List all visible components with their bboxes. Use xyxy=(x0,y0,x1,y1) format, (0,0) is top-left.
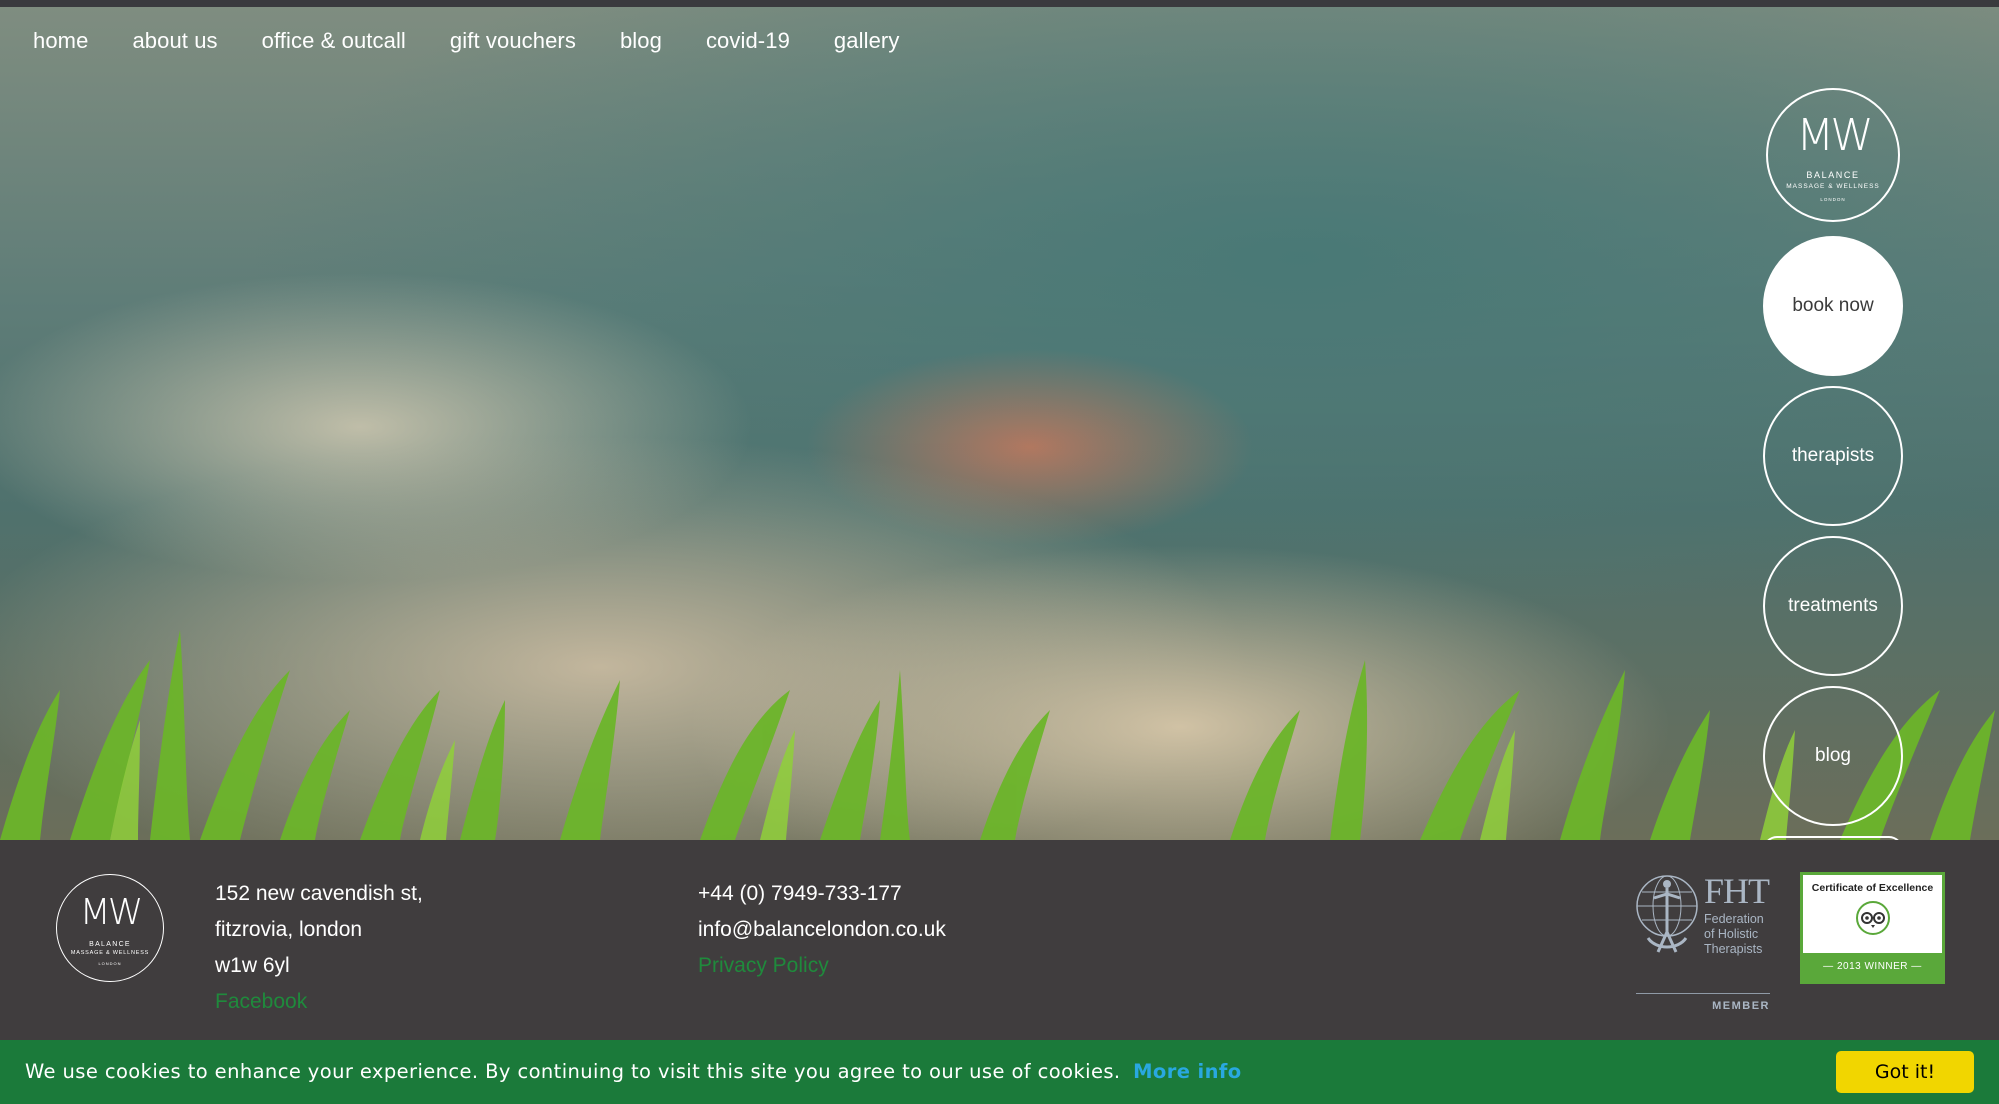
address-line-2: fitzrovia, london xyxy=(215,918,363,941)
logo-tagline: MASSAGE & WELLNESS xyxy=(1786,183,1880,190)
address-line-3: w1w 6yl xyxy=(215,954,290,977)
cookie-banner: We use cookies to enhance your experienc… xyxy=(0,1040,1999,1104)
book-now-button[interactable]: book now xyxy=(1763,236,1903,376)
footer-address: 152 new cavendish st, fitzrovia, london … xyxy=(215,876,423,1020)
phone-number[interactable]: +44 (0) 7949-733-177 xyxy=(698,876,946,912)
logo-city: LONDON xyxy=(1820,197,1846,202)
address-line-1: 152 new cavendish st, xyxy=(215,882,423,905)
blog-button[interactable]: blog xyxy=(1763,686,1903,826)
nav-about-us[interactable]: about us xyxy=(132,28,217,54)
footer-logo-monogram: MW xyxy=(79,891,144,933)
top-strip xyxy=(0,0,1999,7)
grass-illustration xyxy=(0,630,1995,840)
cookie-more-info-link[interactable]: More info xyxy=(1133,1060,1241,1083)
cookie-accept-button[interactable]: Got it! xyxy=(1836,1051,1974,1093)
nav-office-outcall[interactable]: office & outcall xyxy=(262,28,406,54)
fht-line-2: of Holistic xyxy=(1704,927,1759,941)
tripadvisor-owl-icon xyxy=(1856,901,1890,935)
footer-logo[interactable]: MW BALANCE MASSAGE & WELLNESS LONDON xyxy=(56,874,164,982)
fht-member-label: MEMBER xyxy=(1712,1000,1770,1012)
certificate-ribbon: — 2013 WINNER — xyxy=(1803,953,1942,981)
facebook-link[interactable]: Facebook xyxy=(215,984,423,1020)
cookie-message-wrap: We use cookies to enhance your experienc… xyxy=(25,1060,1242,1083)
main-nav: home about us office & outcall gift vouc… xyxy=(33,28,943,54)
hero-image xyxy=(0,7,1999,840)
therapists-button[interactable]: therapists xyxy=(1763,386,1903,526)
fht-divider xyxy=(1636,993,1770,994)
treatments-button[interactable]: treatments xyxy=(1763,536,1903,676)
footer-logo-brand: BALANCE xyxy=(89,940,131,948)
fht-line-1: Federation xyxy=(1704,912,1764,926)
nav-home[interactable]: home xyxy=(33,28,88,54)
logo-monogram: MW xyxy=(1796,110,1873,161)
fht-full-name: Federation of Holistic Therapists xyxy=(1704,912,1764,957)
fht-abbr: FHT xyxy=(1704,871,1770,911)
footer-contact: +44 (0) 7949-733-177 info@balancelondon.… xyxy=(698,876,946,984)
fht-line-3: Therapists xyxy=(1704,942,1763,956)
fht-member-badge: FHT Federation of Holistic Therapists ME… xyxy=(1634,871,1770,1012)
logo-brand: BALANCE xyxy=(1806,170,1860,180)
brand-logo[interactable]: MW BALANCE MASSAGE & WELLNESS LONDON xyxy=(1766,88,1900,222)
nav-blog[interactable]: blog xyxy=(620,28,662,54)
cookie-message: We use cookies to enhance your experienc… xyxy=(25,1060,1121,1083)
nav-gift-vouchers[interactable]: gift vouchers xyxy=(450,28,576,54)
fht-emblem-icon xyxy=(1636,875,1698,953)
site-footer: MW BALANCE MASSAGE & WELLNESS LONDON 152… xyxy=(0,840,1999,1040)
email-address[interactable]: info@balancelondon.co.uk xyxy=(698,912,946,948)
footer-logo-city: LONDON xyxy=(98,960,122,966)
certificate-title: Certificate of Excellence xyxy=(1811,882,1934,894)
nav-covid-19[interactable]: covid-19 xyxy=(706,28,790,54)
footer-logo-tagline: MASSAGE & WELLNESS xyxy=(70,949,150,956)
privacy-policy-link[interactable]: Privacy Policy xyxy=(698,948,946,984)
nav-gallery[interactable]: gallery xyxy=(834,28,900,54)
tripadvisor-certificate[interactable]: Certificate of Excellence — 2013 WINNER … xyxy=(1800,872,1945,984)
